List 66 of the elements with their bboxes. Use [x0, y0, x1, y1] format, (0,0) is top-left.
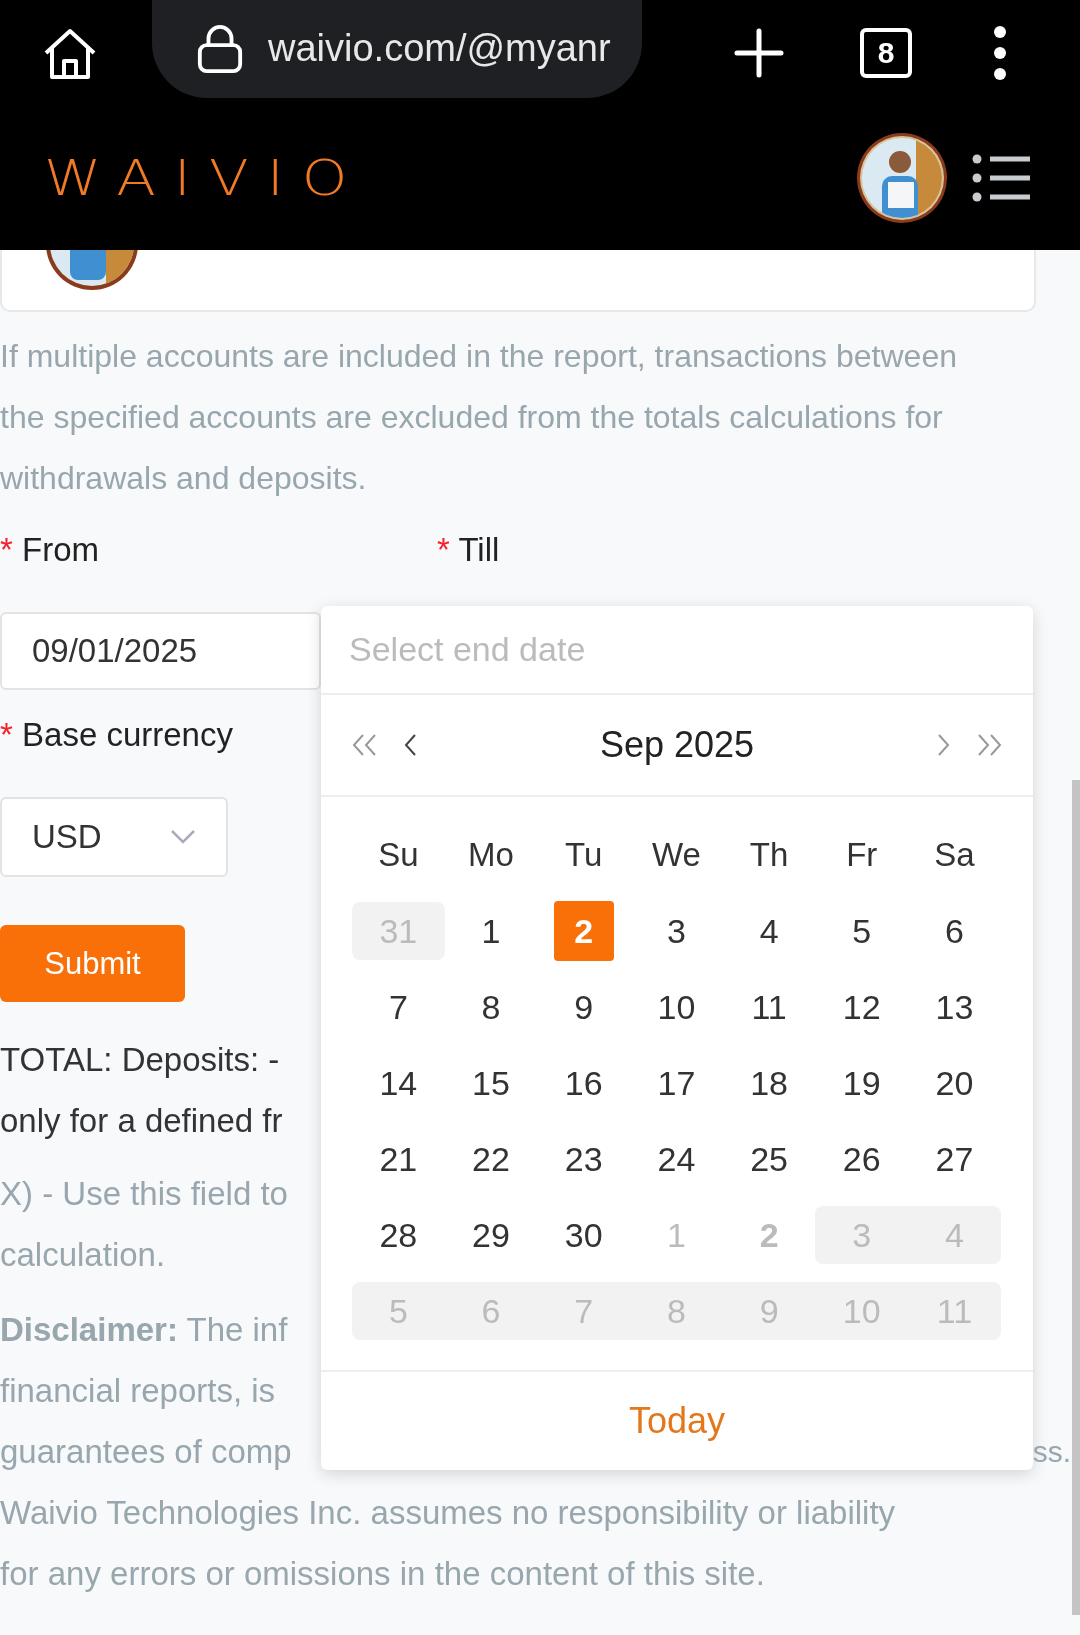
calendar-day[interactable]: 14: [368, 1053, 429, 1113]
disclaimer-text: ss.: [1032, 1434, 1071, 1470]
weekday-label: Su: [377, 835, 420, 875]
calendar-day[interactable]: 24: [646, 1129, 707, 1189]
weekday-label: Th: [748, 835, 790, 875]
disclaimer-text: Waivio Technologies Inc. assumes no responsibility or liability: [0, 1493, 896, 1533]
hint-text: X) - Use this field to: [0, 1174, 288, 1214]
weekday-label: Fr: [845, 835, 879, 875]
calendar-day[interactable]: 18: [739, 1053, 800, 1113]
calendar-day[interactable]: 29: [461, 1205, 522, 1265]
chevron-left-icon[interactable]: [403, 733, 417, 757]
info-paragraph: If multiple accounts are included in the report, transactions between the specified accounts are excluded from the totals calculations for withdrawals and deposits.: [0, 337, 958, 498]
more-icon[interactable]: [992, 24, 1008, 81]
calendar-day[interactable]: 5: [831, 901, 892, 961]
disclaimer-text: financial reports, is: [0, 1371, 276, 1411]
calendar-day[interactable]: 1: [461, 901, 522, 961]
weekday-label: Mo: [467, 835, 515, 875]
calendar-day[interactable]: 22: [461, 1129, 522, 1189]
scrollbar[interactable]: [1072, 780, 1080, 1615]
calendar-day[interactable]: 15: [461, 1053, 522, 1113]
calendar-day[interactable]: 9: [553, 977, 614, 1037]
lock-icon: [196, 23, 244, 74]
chevron-right-icon[interactable]: [937, 733, 951, 757]
weekday-label: Tu: [564, 835, 604, 875]
calendar-day[interactable]: 19: [831, 1053, 892, 1113]
address-bar[interactable]: waivio.com/@myanr: [152, 0, 642, 98]
weekday-label: We: [650, 835, 702, 875]
calendar-day[interactable]: 11: [739, 977, 800, 1037]
calendar-day[interactable]: 27: [924, 1129, 985, 1189]
field-label: * From: [0, 531, 99, 569]
calendar-day[interactable]: 4: [739, 901, 800, 961]
weekday-label: Sa: [933, 835, 976, 875]
currency-select[interactable]: USD: [0, 797, 228, 877]
month-title[interactable]: Sep 2025: [435, 724, 919, 766]
field-label: * Till: [437, 531, 500, 569]
calendar-day[interactable]: 10: [646, 977, 707, 1037]
hint-text: calculation.: [0, 1235, 166, 1275]
calendar-day[interactable]: 21: [368, 1129, 429, 1189]
double-chevron-right-icon[interactable]: [975, 733, 1003, 757]
calendar-day[interactable]: 25: [739, 1129, 800, 1189]
totals-text: only for a defined fr: [0, 1101, 283, 1141]
url-text: waivio.com/@myanr: [268, 27, 611, 70]
calendar-day[interactable]: 20: [924, 1053, 985, 1113]
calendar-day[interactable]: 30: [553, 1205, 614, 1265]
tab-count-button[interactable]: 8: [860, 27, 912, 78]
calendar-day[interactable]: 17: [646, 1053, 707, 1113]
calendar-day[interactable]: 12: [831, 977, 892, 1037]
calendar-day[interactable]: 26: [831, 1129, 892, 1189]
calendar-day[interactable]: 6: [924, 901, 985, 961]
totals-text: TOTAL: Deposits: -: [0, 1040, 280, 1080]
calendar-day[interactable]: 28: [368, 1205, 429, 1265]
disclaimer-text: Disclaimer: The inf: [0, 1310, 288, 1350]
disclaimer-text: for any errors or omissions in the content of this site.: [0, 1554, 765, 1594]
calendar-day[interactable]: 7: [368, 977, 429, 1037]
chevron-down-icon: [170, 829, 196, 845]
double-chevron-left-icon[interactable]: [351, 733, 379, 757]
calendar-day[interactable]: 16: [553, 1053, 614, 1113]
calendar-day[interactable]: 8: [461, 977, 522, 1037]
calendar-day[interactable]: 13: [924, 977, 985, 1037]
menu-icon[interactable]: [972, 152, 1032, 203]
plus-icon[interactable]: [734, 27, 784, 78]
from-date-field[interactable]: 09/01/2025: [0, 612, 321, 690]
calendar-day[interactable]: 23: [553, 1129, 614, 1189]
field-label: * Base currency: [0, 715, 233, 755]
disclaimer-text: guarantees of comp: [0, 1432, 292, 1472]
calendar-day[interactable]: 3: [646, 901, 707, 961]
